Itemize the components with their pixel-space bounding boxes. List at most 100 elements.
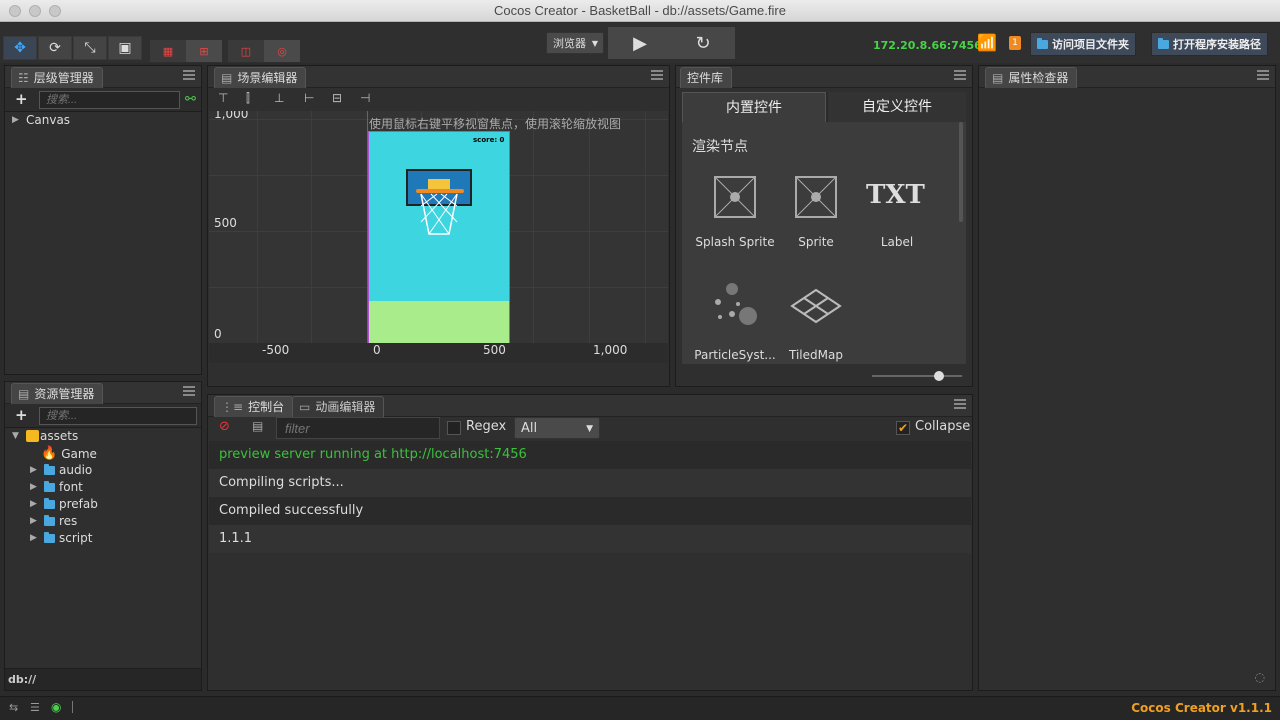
caret-right-icon: ▶ [30, 516, 37, 526]
eye-off-icon[interactable]: ◌ [1255, 670, 1265, 684]
align-right-icon[interactable]: ⊣ [360, 91, 370, 105]
align-top-icon[interactable]: ⊤ [218, 91, 228, 105]
zoom-window-button[interactable] [49, 5, 61, 17]
label-txt-icon[interactable]: TXT [866, 180, 925, 210]
tab-assets[interactable]: ▤ 资源管理器 [11, 383, 104, 404]
collapse-label: Collapse [915, 419, 971, 434]
sync-icon[interactable]: ⇆ [9, 701, 18, 714]
open-install-path-button[interactable]: 打开程序安装路径 [1151, 32, 1268, 56]
move-tool-button[interactable]: ✥ [3, 36, 37, 60]
tab-console[interactable]: ⋮≡ 控制台 [214, 396, 294, 417]
scene-icon: ▤ [221, 71, 233, 85]
tree-node-canvas[interactable]: ▶ Canvas [12, 113, 70, 127]
console-filter-input[interactable] [276, 417, 440, 439]
local-global-button[interactable]: ⊞ [186, 40, 222, 62]
tiledmap-icon[interactable] [790, 288, 842, 324]
console-tabbar: ⋮≡ 控制台 ▭ 动画编辑器 [208, 395, 972, 417]
grid-button[interactable]: ◎ [264, 40, 300, 62]
zoom-slider[interactable] [872, 371, 962, 381]
link-icon[interactable]: ⚯ [185, 92, 196, 107]
add-asset-button[interactable]: + [15, 406, 28, 424]
asset-item-script[interactable]: ▶ script [30, 531, 92, 545]
align-left-icon[interactable]: ⊢ [304, 91, 314, 105]
assets-search-input[interactable] [39, 407, 197, 425]
tab-scene[interactable]: ▤ 场景编辑器 [214, 67, 307, 88]
hierarchy-search-input[interactable] [39, 91, 180, 109]
console-line: 1.1.1 [209, 525, 971, 553]
tab-animation-editor[interactable]: ▭ 动画编辑器 [292, 396, 385, 417]
splash-sprite-icon[interactable] [714, 176, 756, 218]
align-hcenter-icon[interactable]: ⊟ [332, 91, 342, 105]
rect-tool-button[interactable]: ▣ [108, 36, 142, 60]
tab-widget-library[interactable]: 控件库 [680, 67, 733, 88]
log-level-select[interactable]: All ▼ [514, 417, 600, 439]
align-toolbar: ⊤ ⫿ ⊥ ⊢ ⊟ ⊣ [208, 88, 669, 110]
panel-menu-icon[interactable] [651, 70, 663, 80]
widget-label: TiledMap [789, 348, 843, 362]
pivot-mode-button[interactable]: ▦ [150, 40, 186, 62]
version-label: Cocos Creator v1.1.1 [1131, 701, 1272, 715]
score-label: score: 0 [473, 136, 505, 144]
scene-viewport[interactable]: 1,000 500 0 score: 0 使用鼠标右键平移视窗焦点，使用滚轮缩放… [209, 111, 668, 343]
console-line-text: Compiled successfully [219, 503, 364, 518]
asset-item-res[interactable]: ▶ res [30, 514, 77, 528]
tab-builtin-widgets[interactable]: 内置控件 [682, 92, 826, 122]
rotate-tool-button[interactable]: ⟳ [38, 36, 72, 60]
ip-address: 172.20.8.66:7456 [873, 39, 982, 52]
fire-icon: 🔥 [41, 446, 58, 461]
console-toolbar: ⊘ ▤ Regex All▼ ✔ Collapse [208, 417, 972, 439]
zoom-slider-handle[interactable] [934, 371, 944, 381]
asset-item-game[interactable]: 🔥 Game [41, 446, 97, 461]
pivot-icon: ▦ [162, 44, 174, 58]
add-node-button[interactable]: + [15, 90, 28, 108]
scene-panel: ▤场景编辑器 ⊤ ⫿ ⊥ ⊢ ⊟ ⊣ 1,000 500 0 score: 0 [207, 65, 670, 387]
snap-button[interactable]: ◫ [228, 40, 264, 62]
widget-label: ParticleSyst... [694, 348, 776, 362]
db-folder-icon [26, 430, 39, 442]
folder-icon [1158, 37, 1169, 49]
scene-tabbar: ▤ 场景编辑器 [208, 66, 669, 88]
x-tick-label: 500 [483, 343, 506, 357]
console-icon: ⋮≡ [221, 400, 244, 414]
asset-item-font[interactable]: ▶ font [30, 480, 83, 494]
refresh-button[interactable]: ↻ [671, 27, 735, 59]
panel-menu-icon[interactable] [954, 70, 966, 80]
sprite-icon[interactable] [795, 176, 837, 218]
game-canvas[interactable]: score: 0 [368, 131, 510, 343]
notification-badge[interactable]: 1 [1009, 36, 1021, 50]
assets-icon: ▤ [18, 387, 30, 401]
open-project-folder-button[interactable]: 访问项目文件夹 [1030, 32, 1136, 56]
particle-system-icon[interactable] [710, 282, 760, 326]
align-vcenter-icon[interactable]: ⫿ [246, 91, 250, 106]
assets-tabbar: ▤ 资源管理器 [5, 382, 201, 404]
clear-console-icon[interactable]: ⊘ [219, 419, 230, 434]
tree-node-assets[interactable]: ▼ assets [12, 429, 78, 443]
open-log-icon[interactable]: ▤ [252, 419, 263, 433]
folder-icon [44, 497, 55, 509]
platform-select[interactable]: 浏览器 ▼ [546, 32, 604, 54]
panel-menu-icon[interactable] [954, 399, 966, 409]
align-bottom-icon[interactable]: ⊥ [274, 91, 284, 105]
database-icon[interactable]: ☰ [30, 701, 40, 714]
widget-scrollbar[interactable] [959, 122, 963, 222]
minimize-window-button[interactable] [29, 5, 41, 17]
panel-menu-icon[interactable] [183, 70, 195, 80]
collapse-checkbox[interactable]: ✔ [896, 421, 910, 435]
close-window-button[interactable] [9, 5, 21, 17]
play-button[interactable]: ▶ [608, 27, 672, 59]
tab-inspector[interactable]: ▤ 属性检查器 [985, 67, 1078, 88]
console-line-text: Compiling scripts... [219, 475, 344, 490]
scale-tool-button[interactable]: ⤡ [73, 36, 107, 60]
widget-content: 内置控件 自定义控件 渲染节点 Splash Sprite Sprite TXT… [682, 92, 966, 364]
panel-menu-icon[interactable] [183, 386, 195, 396]
y-tick-label: 0 [214, 327, 222, 341]
caret-right-icon: ▶ [30, 499, 37, 509]
asset-item-audio[interactable]: ▶ audio [30, 463, 92, 477]
asset-item-prefab[interactable]: ▶ prefab [30, 497, 98, 511]
status-bar: ⇆ ☰ ◉ Cocos Creator v1.1.1 [0, 696, 1280, 720]
panel-menu-icon[interactable] [1257, 70, 1269, 80]
regex-checkbox[interactable] [447, 421, 461, 435]
tab-hierarchy[interactable]: ☷ 层级管理器 [11, 67, 103, 88]
tab-custom-widgets[interactable]: 自定义控件 [828, 92, 966, 122]
eye-icon[interactable]: ◉ [51, 700, 61, 714]
